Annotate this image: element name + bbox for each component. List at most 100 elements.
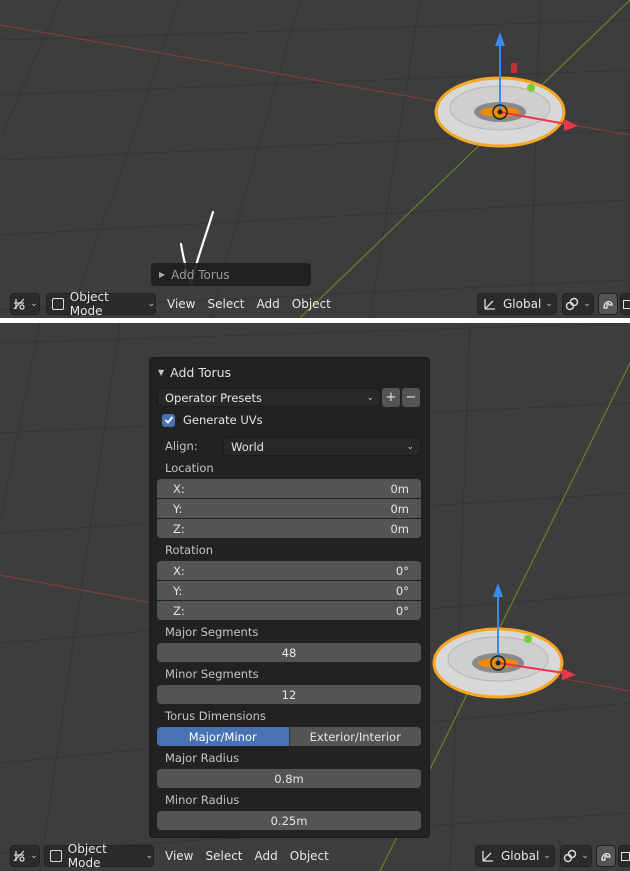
rotation-z-value: 0°	[395, 603, 409, 618]
rotation-y-field[interactable]: Y: 0°	[157, 581, 421, 600]
menu-select[interactable]: Select	[199, 845, 248, 867]
menu-view[interactable]: View	[161, 293, 201, 315]
redo-panel-expanded: ▼ Add Torus Operator Presets ⌄ + − Gener…	[149, 357, 430, 838]
major-segments-label: Major Segments	[165, 625, 259, 639]
editor-type-icon	[13, 850, 25, 862]
exterior-interior-option[interactable]: Exterior/Interior	[288, 727, 421, 746]
orientation-label: Global	[501, 849, 540, 863]
chevron-down-icon: ⌄	[545, 299, 553, 309]
object-mode-icon	[52, 298, 64, 310]
menu-add[interactable]: Add	[251, 293, 286, 315]
torus-dimensions-label: Torus Dimensions	[165, 709, 266, 723]
chevron-down-icon: ⌄	[406, 441, 414, 452]
chevron-down-icon: ⌄	[30, 299, 38, 309]
rotation-y-value: 0°	[395, 583, 409, 598]
menu-add[interactable]: Add	[249, 845, 284, 867]
snap-target-icon	[623, 299, 630, 309]
editor-type-button[interactable]: ⌄	[10, 845, 40, 867]
menu-object[interactable]: Object	[286, 293, 337, 315]
generate-uvs-label: Generate UVs	[183, 413, 263, 427]
transform-orientation-icon	[484, 299, 495, 310]
chevron-down-icon: ⌄	[145, 851, 153, 861]
chevron-down-icon: ⌄	[366, 392, 374, 403]
mode-dropdown[interactable]: Object Mode ⌄	[44, 842, 154, 870]
rotation-z-field[interactable]: Z: 0°	[157, 601, 421, 620]
axis-x-label: X:	[173, 481, 185, 496]
axis-y-label: Y:	[173, 583, 183, 598]
chevron-down-icon: ⌄	[30, 851, 38, 861]
link-icon	[566, 297, 579, 311]
major-radius-field[interactable]: 0.8m	[157, 769, 421, 788]
link-icon	[564, 849, 577, 863]
mode-label: Object Mode	[67, 842, 107, 870]
minor-segments-field[interactable]: 12	[157, 685, 421, 704]
torus-dimensions-toggle: Major/Minor Exterior/Interior	[157, 727, 421, 746]
align-label: Align:	[165, 439, 198, 453]
location-vector: X: 0m Y: 0m Z: 0m	[157, 479, 421, 538]
object-mode-icon	[50, 850, 62, 862]
redo-panel-collapsed[interactable]: ▶ Add Torus	[151, 263, 311, 286]
rotation-label: Rotation	[165, 543, 214, 557]
snap-target-button[interactable]	[618, 845, 630, 867]
align-value: World	[231, 439, 264, 454]
checkmark-icon	[164, 416, 173, 424]
operator-presets-label: Operator Presets	[165, 390, 262, 405]
pivot-dropdown[interactable]: ⌄	[562, 293, 594, 315]
pivot-dropdown[interactable]: ⌄	[560, 845, 592, 867]
location-x-field[interactable]: X: 0m	[157, 479, 421, 498]
mode-label: Object Mode	[69, 290, 109, 318]
orientation-dropdown[interactable]: Global ⌄	[475, 845, 555, 867]
expand-triangle-icon[interactable]: ▶	[159, 270, 165, 279]
snap-target-icon	[621, 851, 630, 861]
major-segments-field[interactable]: 48	[157, 643, 421, 662]
snap-target-button[interactable]	[620, 293, 630, 315]
chevron-down-icon: ⌄	[581, 851, 589, 861]
header-menus: View Select Add Object	[161, 293, 337, 315]
operator-presets-dropdown[interactable]: Operator Presets ⌄	[157, 388, 381, 407]
align-dropdown[interactable]: World ⌄	[223, 437, 421, 456]
minor-radius-field[interactable]: 0.25m	[157, 811, 421, 830]
menu-select[interactable]: Select	[201, 293, 250, 315]
menu-object[interactable]: Object	[284, 845, 335, 867]
axis-y-label: Y:	[173, 501, 183, 516]
rotation-x-value: 0°	[395, 563, 409, 578]
menu-view[interactable]: View	[159, 845, 199, 867]
snap-toggle[interactable]	[598, 293, 618, 315]
generate-uvs-checkbox[interactable]	[162, 413, 175, 427]
minor-radius-label: Minor Radius	[165, 793, 240, 807]
orientation-dropdown[interactable]: Global ⌄	[477, 293, 557, 315]
major-minor-option[interactable]: Major/Minor	[157, 727, 289, 746]
snap-toggle[interactable]	[596, 845, 616, 867]
snap-icon	[601, 853, 611, 861]
mode-dropdown[interactable]: Object Mode ⌄	[46, 290, 156, 318]
viewport-header: ⌄ Object Mode ⌄ View Select Add Object G…	[0, 842, 630, 870]
editor-type-icon	[13, 298, 25, 310]
axis-z-label: Z:	[173, 603, 185, 618]
snap-icon	[603, 301, 613, 309]
collapse-triangle-icon[interactable]: ▼	[158, 368, 164, 377]
axis-z-label: Z:	[173, 521, 185, 536]
viewport-header: ⌄ Object Mode ⌄ View Select Add Object G…	[0, 290, 630, 318]
redo-panel-title: Add Torus	[171, 267, 230, 282]
rotation-vector: X: 0° Y: 0° Z: 0°	[157, 561, 421, 620]
location-y-value: 0m	[390, 501, 409, 516]
panel-header[interactable]: ▼ Add Torus	[158, 362, 231, 382]
chevron-down-icon: ⌄	[543, 851, 551, 861]
transform-orientation-icon	[482, 851, 493, 862]
viewport-top[interactable]: ▶ Add Torus ⌄ Object Mode ⌄ View Select …	[0, 0, 630, 318]
rotation-x-field[interactable]: X: 0°	[157, 561, 421, 580]
major-radius-label: Major Radius	[165, 751, 240, 765]
location-z-field[interactable]: Z: 0m	[157, 519, 421, 538]
editor-type-button[interactable]: ⌄	[10, 293, 40, 315]
panel-title: Add Torus	[170, 364, 232, 380]
preset-remove-button[interactable]: −	[402, 388, 420, 407]
chevron-down-icon: ⌄	[147, 299, 155, 309]
location-z-value: 0m	[390, 521, 409, 536]
location-label: Location	[165, 461, 214, 475]
y-axis-line	[299, 0, 630, 318]
minor-segments-label: Minor Segments	[165, 667, 259, 681]
location-y-field[interactable]: Y: 0m	[157, 499, 421, 518]
preset-add-button[interactable]: +	[382, 388, 400, 407]
chevron-down-icon: ⌄	[583, 299, 591, 309]
generate-uvs-row[interactable]: Generate UVs	[162, 413, 263, 427]
